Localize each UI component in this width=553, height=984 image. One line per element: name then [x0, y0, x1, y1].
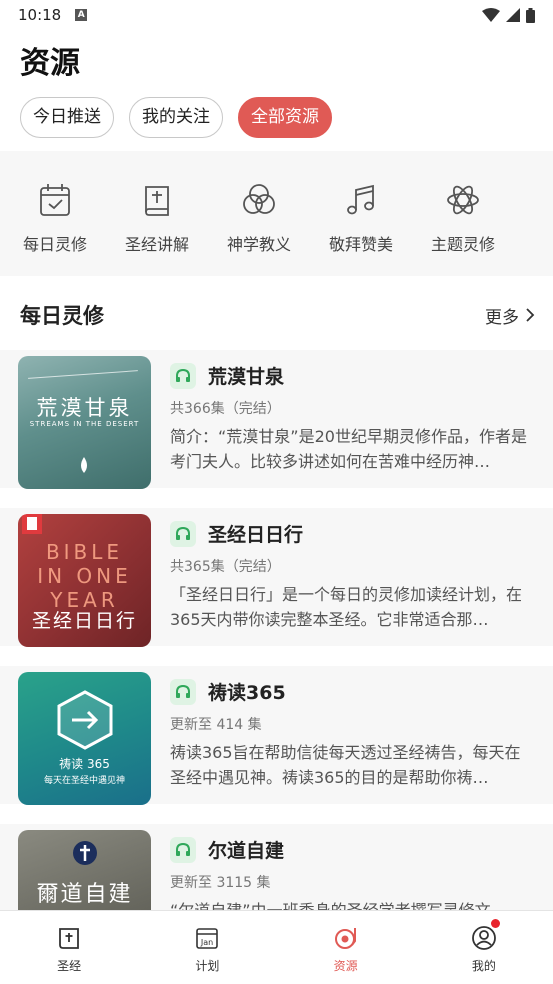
calendar-check-icon: [40, 184, 70, 216]
headphones-icon: [170, 836, 196, 863]
battery-icon: [526, 7, 535, 23]
bible-icon: [59, 928, 80, 949]
cover-subtitle: 每天在圣经中遇见神: [43, 776, 125, 786]
bookmark-icon: [22, 514, 42, 534]
category-label: 敬拜赞美: [328, 235, 393, 254]
atom-icon: [447, 185, 479, 215]
nav-label: 资源: [333, 959, 358, 973]
tab-all-resources[interactable]: 全部资源: [238, 97, 332, 138]
notification-a-icon: A: [75, 9, 88, 21]
venn-circles-icon: [243, 184, 275, 214]
svg-text:Jan: Jan: [200, 938, 213, 947]
item-desc: 「圣经日日行」是一个每日的灵修加读经计划，在365天内带你读完整本圣经。它非常适…: [170, 585, 523, 629]
item-desc: 简介：“荒漠甘泉”是20世纪早期灵修作品，作者是考门夫人。比较多讲述如何在苦难中…: [170, 427, 527, 471]
nav-resources[interactable]: 资源: [277, 911, 415, 984]
chevron-right-icon: [526, 308, 535, 322]
cross-logo-icon: [73, 841, 97, 865]
more-label: 更多: [485, 307, 519, 328]
section-header: 每日灵修 更多: [20, 300, 535, 330]
cover-subtitle: STREAMS IN THE DESERT: [29, 420, 140, 428]
category-label: 主题灵修: [430, 235, 495, 254]
list-item[interactable]: 祷读 365 每天在圣经中遇见神 祷读365 更新至 414 集 祷读365旨在…: [0, 666, 553, 805]
list-item[interactable]: 荒漠甘泉 STREAMS IN THE DESERT 荒漠甘泉 共366集（完结…: [0, 350, 553, 489]
tab-today-push[interactable]: 今日推送: [20, 97, 114, 138]
cover-line: IN ONE: [37, 564, 132, 588]
status-icons: [482, 7, 535, 23]
section-title: 每日灵修: [20, 304, 104, 328]
record-player-icon: [334, 928, 356, 949]
cover-image: 祷读 365 每天在圣经中遇见神: [18, 672, 151, 805]
music-note-icon: [347, 184, 374, 215]
nav-plan[interactable]: Jan 计划: [138, 911, 276, 984]
wifi-icon: [482, 8, 500, 22]
category-worship[interactable]: 敬拜赞美: [310, 151, 412, 276]
tab-my-follows[interactable]: 我的关注: [129, 97, 223, 138]
nav-label: 我的: [471, 959, 496, 973]
status-bar: 10:18 A: [0, 0, 553, 30]
notification-dot: [490, 919, 500, 928]
item-count: 共366集（完结）: [170, 401, 281, 417]
nav-bible[interactable]: 圣经: [0, 911, 138, 984]
item-title: 荒漠甘泉: [208, 366, 285, 388]
nav-mine[interactable]: 我的: [415, 911, 553, 984]
bible-book-icon: [145, 186, 169, 216]
category-label: 神学教义: [226, 235, 291, 254]
headphones-icon: [170, 678, 196, 705]
item-count: 更新至 3115 集: [170, 875, 271, 891]
category-daily-devotion[interactable]: 每日灵修: [4, 151, 106, 276]
calendar-jan-icon: Jan: [196, 928, 219, 949]
bottom-nav: 圣经 Jan 计划 资源 我的: [0, 910, 553, 984]
cover-image: 荒漠甘泉 STREAMS IN THE DESERT: [18, 356, 151, 489]
cover-title: 祷读 365: [59, 757, 110, 771]
category-label: 圣经讲解: [124, 235, 189, 254]
list-item[interactable]: BIBLE IN ONE YEAR 圣经日日行 圣经日日行 共365集（完结） …: [0, 508, 553, 647]
category-strip: 每日灵修 圣经讲解 神学教义 敬拜赞美 主题灵修: [0, 151, 553, 276]
water-drop-icon: [81, 457, 87, 473]
cover-title: 荒漠甘泉: [36, 396, 133, 420]
category-bible-explain[interactable]: 圣经讲解: [106, 151, 208, 276]
cover-line: BIBLE: [45, 540, 124, 564]
category-label: 每日灵修: [22, 235, 87, 254]
page-title: 资源: [20, 46, 80, 81]
category-topic-devotion[interactable]: 主题灵修: [412, 151, 514, 276]
filter-tabs: 今日推送 我的关注 全部资源: [20, 97, 332, 138]
user-profile-icon: [471, 926, 496, 950]
cover-title: 圣经日日行: [31, 610, 137, 632]
hexagon-arrow-icon: [57, 690, 113, 750]
category-theology[interactable]: 神学教义: [208, 151, 310, 276]
signal-icon: [506, 8, 520, 22]
item-title: 尔道自建: [208, 840, 285, 862]
item-desc: 祷读365旨在帮助信徒每天透过圣经祷告，每天在圣经中遇见神。祷读365的目的是帮…: [170, 743, 521, 787]
status-time: 10:18: [18, 6, 62, 24]
cover-title: 爾道自建: [36, 882, 133, 907]
more-link[interactable]: 更多: [485, 303, 535, 328]
headphones-icon: [170, 520, 196, 547]
nav-label: 计划: [195, 959, 220, 973]
item-count: 共365集（完结）: [170, 559, 281, 575]
nav-label: 圣经: [57, 959, 82, 973]
item-count: 更新至 414 集: [170, 717, 262, 733]
cover-image: BIBLE IN ONE YEAR 圣经日日行: [18, 514, 151, 647]
headphones-icon: [170, 362, 196, 389]
item-title: 祷读365: [208, 682, 286, 704]
item-title: 圣经日日行: [208, 524, 304, 546]
